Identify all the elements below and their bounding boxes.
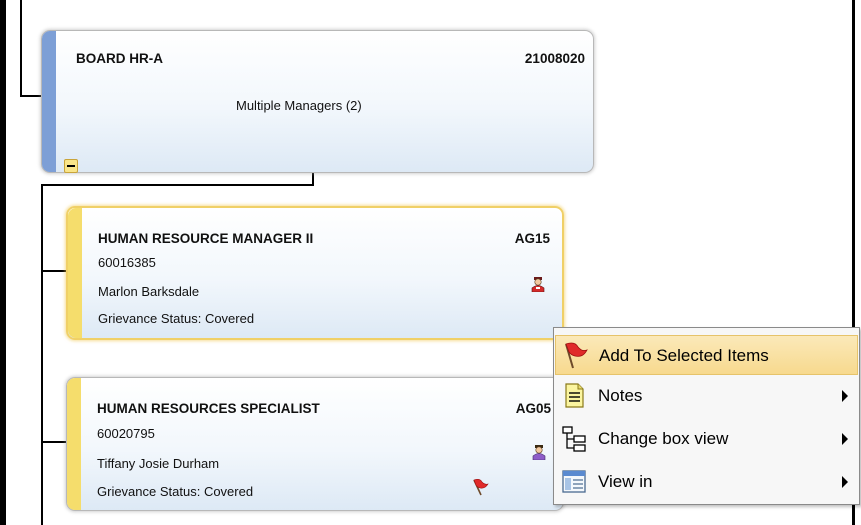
org-node-board-hr-a[interactable]: BOARD HR-A 21008020 Multiple Managers (2… <box>41 30 594 173</box>
connector-line <box>41 184 43 525</box>
menu-item-change-box-view[interactable]: Change box view <box>555 419 858 459</box>
red-flag-icon <box>473 479 489 496</box>
node-title: HUMAN RESOURCES SPECIALIST <box>97 401 320 416</box>
tree-view-icon <box>562 426 586 452</box>
chart-frame-left-border <box>0 0 6 525</box>
node-code: 21008020 <box>524 51 585 66</box>
position-number: 60020795 <box>97 426 155 441</box>
red-flag-icon <box>565 342 588 369</box>
connector-line <box>41 270 66 272</box>
node-color-stripe <box>42 31 56 172</box>
connector-line <box>312 171 314 185</box>
notes-icon <box>565 383 584 408</box>
submenu-arrow-icon <box>842 433 848 445</box>
org-node-hr-specialist[interactable]: HUMAN RESOURCES SPECIALIST AG05 60020795… <box>66 377 564 511</box>
menu-item-notes[interactable]: Notes <box>555 376 858 416</box>
context-menu: Add To Selected Items Notes Change box v… <box>553 327 860 505</box>
window-icon <box>562 470 586 493</box>
menu-item-label: Add To Selected Items <box>599 346 769 365</box>
submenu-arrow-icon <box>842 476 848 488</box>
org-node-hr-manager-ii[interactable]: HUMAN RESOURCE MANAGER II AG15 60016385 … <box>66 206 564 340</box>
submenu-arrow-icon <box>842 390 848 402</box>
node-color-stripe <box>67 378 81 510</box>
grievance-status: Grievance Status: Covered <box>97 484 254 499</box>
position-number: 60016385 <box>98 255 156 270</box>
menu-item-add-to-selected-items[interactable]: Add To Selected Items <box>555 335 858 375</box>
connector-line <box>20 95 41 97</box>
collapse-toggle-button[interactable] <box>64 159 78 173</box>
node-title: BOARD HR-A <box>76 51 163 66</box>
connector-line <box>41 184 314 186</box>
person-purple-icon[interactable] <box>532 444 546 460</box>
menu-item-label: Notes <box>598 386 643 405</box>
connector-line <box>41 441 66 443</box>
menu-item-label: View in <box>598 472 653 491</box>
menu-item-label: Change box view <box>598 429 729 448</box>
node-grade: AG15 <box>514 231 550 246</box>
node-title: HUMAN RESOURCE MANAGER II <box>98 231 314 246</box>
minus-icon <box>67 165 75 167</box>
employee-name: Marlon Barksdale <box>98 284 200 299</box>
connector-line <box>20 0 22 96</box>
node-color-stripe <box>68 208 82 338</box>
grievance-status: Grievance Status: Covered <box>98 311 255 326</box>
menu-item-view-in[interactable]: View in <box>555 462 858 502</box>
node-grade: AG05 <box>515 401 551 416</box>
node-subtitle: Multiple Managers (2) <box>236 98 362 113</box>
employee-name: Tiffany Josie Durham <box>97 456 220 471</box>
person-red-icon[interactable] <box>531 276 545 292</box>
